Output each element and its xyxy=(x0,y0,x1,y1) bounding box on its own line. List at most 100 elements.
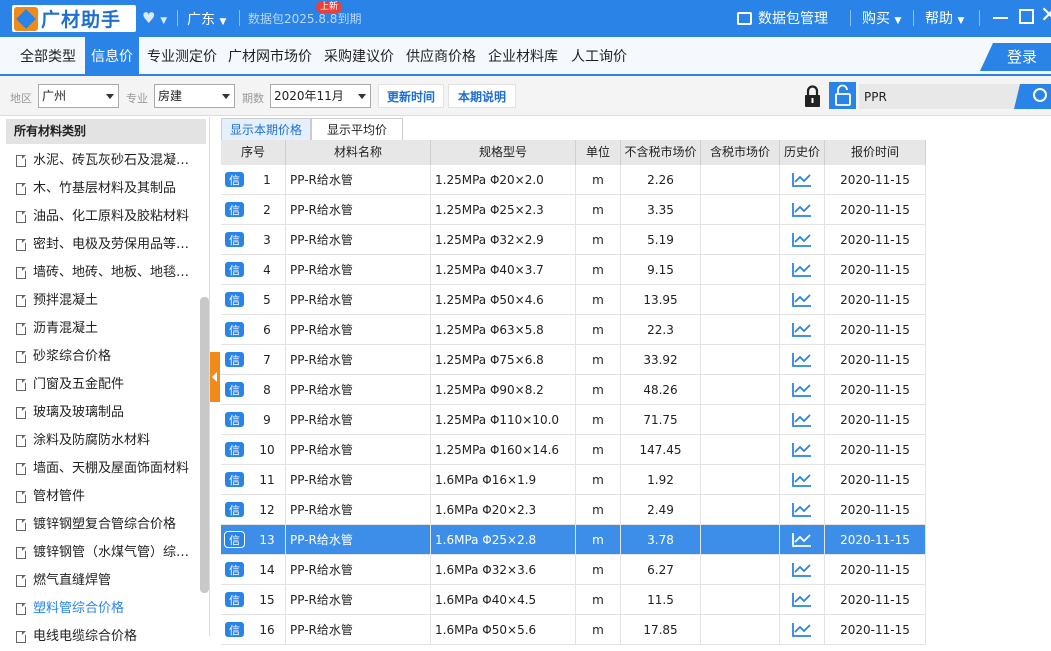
unlock-icon[interactable] xyxy=(829,82,856,109)
table-row[interactable]: 信 6 PP-R给水管 1.25MPa Φ63×5.8 m 22.3 2020-11-15 xyxy=(221,315,926,345)
period-note-button[interactable]: 本期说明 xyxy=(448,84,516,108)
tab-market-price[interactable]: 广材网市场价 xyxy=(224,37,316,74)
cell-history[interactable] xyxy=(780,405,825,435)
buy-menu[interactable]: 购买 ▼ xyxy=(862,8,901,28)
sidebar-item[interactable]: 管材管件 xyxy=(0,483,200,511)
table-row[interactable]: 信 13 PP-R给水管 1.6MPa Φ25×2.8 m 3.78 2020-11-15 xyxy=(221,525,926,555)
cell-history[interactable] xyxy=(780,615,825,645)
tab-professional-price[interactable]: 专业测定价 xyxy=(142,37,222,74)
table-row[interactable]: 信 9 PP-R给水管 1.25MPa Φ110×10.0 m 71.75 2020-11-… xyxy=(221,405,926,435)
minimize-icon[interactable] xyxy=(993,17,1008,19)
cell-history[interactable] xyxy=(780,315,825,345)
info-tag: 信 xyxy=(224,351,245,368)
buy-label: 购买 xyxy=(862,11,890,27)
table-row[interactable]: 信 4 PP-R给水管 1.25MPa Φ40×3.7 m 9.15 2020-11-15 xyxy=(221,255,926,285)
close-icon[interactable]: ✕ xyxy=(1040,3,1051,28)
collapse-sidebar-button[interactable] xyxy=(210,352,220,402)
sidebar-item[interactable]: 砂浆综合价格 xyxy=(0,343,200,371)
sidebar-item[interactable]: 预拌混凝土 xyxy=(0,287,200,315)
sidebar-item[interactable]: 油品、化工原料及胶粘材料 xyxy=(0,203,200,231)
cell-history[interactable] xyxy=(780,165,825,195)
sidebar-item[interactable]: 燃气直缝焊管 xyxy=(0,567,200,595)
sidebar-item[interactable]: 密封、电极及劳保用品等… xyxy=(0,231,200,259)
cell-history[interactable] xyxy=(780,375,825,405)
login-button[interactable]: 登录 xyxy=(980,43,1051,71)
period-select[interactable]: 2020年11月 xyxy=(270,84,371,108)
cell-history[interactable] xyxy=(780,465,825,495)
update-time-button[interactable]: 更新时间 xyxy=(378,84,444,108)
col-header-no[interactable]: 序号 xyxy=(221,140,286,165)
cell-tax-price xyxy=(701,315,780,345)
info-tag: 信 xyxy=(224,501,245,518)
table-row[interactable]: 信 11 PP-R给水管 1.6MPa Φ16×1.9 m 1.92 2020-11-15 xyxy=(221,465,926,495)
table-row[interactable]: 信 15 PP-R给水管 1.6MPa Φ40×4.5 m 11.5 2020-11-15 xyxy=(221,585,926,615)
chevron-down-icon: ▼ xyxy=(219,17,227,27)
cell-unit: m xyxy=(576,375,621,405)
membership-heart-icon[interactable]: ♥ ▼ xyxy=(142,9,167,27)
table-row[interactable]: 信 14 PP-R给水管 1.6MPa Φ32×3.6 m 6.27 2020-11-15 xyxy=(221,555,926,585)
sidebar-item[interactable]: 电线电缆综合价格 xyxy=(0,623,200,651)
sidebar-item[interactable]: 门窗及五金配件 xyxy=(0,371,200,399)
tab-enterprise-library[interactable]: 企业材料库 xyxy=(484,37,562,74)
area-select[interactable]: 广州 xyxy=(38,84,119,108)
cell-history[interactable] xyxy=(780,285,825,315)
lock-icon[interactable] xyxy=(801,84,824,109)
sidebar-item[interactable]: 玻璃及玻璃制品 xyxy=(0,399,200,427)
col-header-name[interactable]: 材料名称 xyxy=(286,140,431,165)
table-row[interactable]: 信 1 PP-R给水管 1.25MPa Φ20×2.0 m 2.26 2020-11-15 xyxy=(221,165,926,195)
data-package-manage-button[interactable]: 数据包管理 xyxy=(737,8,828,28)
col-header-unit[interactable]: 单位 xyxy=(576,140,621,165)
cell-history[interactable] xyxy=(780,555,825,585)
table-row[interactable]: 信 5 PP-R给水管 1.25MPa Φ50×4.6 m 13.95 2020-11-15 xyxy=(221,285,926,315)
cell-history[interactable] xyxy=(780,585,825,615)
table-row[interactable]: 信 16 PP-R给水管 1.6MPa Φ50×5.6 m 17.85 2020-11-15 xyxy=(221,615,926,645)
document-icon xyxy=(16,547,26,559)
table-row[interactable]: 信 12 PP-R给水管 1.6MPa Φ20×2.3 m 2.49 2020-11-15 xyxy=(221,495,926,525)
tab-manual-inquiry[interactable]: 人工询价 xyxy=(566,37,632,74)
tab-info-price[interactable]: 信息价 xyxy=(85,37,139,74)
cell-history[interactable] xyxy=(780,525,825,555)
tab-current-price[interactable]: 显示本期价格 xyxy=(221,118,311,140)
sidebar-item[interactable]: 墙面、天棚及屋面饰面材料 xyxy=(0,455,200,483)
region-dropdown[interactable]: 广东 ▼ xyxy=(187,9,226,29)
search-button[interactable] xyxy=(1014,84,1051,109)
sidebar-item[interactable]: 木、竹基层材料及其制品 xyxy=(0,175,200,203)
cell-name: PP-R给水管 xyxy=(286,165,431,195)
document-icon xyxy=(16,155,26,167)
sidebar-item[interactable]: 镀锌钢管（水煤气管）综… xyxy=(0,539,200,567)
maximize-icon[interactable] xyxy=(1019,9,1034,24)
tab-all-types[interactable]: 全部类型 xyxy=(12,37,84,74)
col-header-date[interactable]: 报价时间 xyxy=(825,140,926,165)
col-header-price[interactable]: 不含税市场价 xyxy=(621,140,701,165)
sidebar-item[interactable]: 水泥、砖瓦灰砂石及混凝… xyxy=(0,147,200,175)
sidebar-item[interactable]: 镀锌钢塑复合管综合价格 xyxy=(0,511,200,539)
cell-spec: 1.25MPa Φ20×2.0 xyxy=(431,165,576,195)
cell-history[interactable] xyxy=(780,225,825,255)
col-header-tax-price[interactable]: 含税市场价 xyxy=(701,140,780,165)
table-row[interactable]: 信 10 PP-R给水管 1.25MPa Φ160×14.6 m 147.45 2020-1… xyxy=(221,435,926,465)
table-row[interactable]: 信 8 PP-R给水管 1.25MPa Φ90×8.2 m 48.26 2020-11-15 xyxy=(221,375,926,405)
trend-chart-icon xyxy=(792,233,811,247)
table-row[interactable]: 信 2 PP-R给水管 1.25MPa Φ25×2.3 m 3.35 2020-11-15 xyxy=(221,195,926,225)
sidebar-scrollbar[interactable] xyxy=(200,297,209,593)
cell-history[interactable] xyxy=(780,495,825,525)
table-row[interactable]: 信 3 PP-R给水管 1.25MPa Φ32×2.9 m 5.19 2020-11-15 xyxy=(221,225,926,255)
tab-average-price[interactable]: 显示平均价 xyxy=(311,118,403,140)
major-select[interactable]: 房建 xyxy=(154,84,235,108)
sidebar-item[interactable]: 墙砖、地砖、地板、地毯… xyxy=(0,259,200,287)
cell-history[interactable] xyxy=(780,435,825,465)
sidebar-item[interactable]: 涂料及防腐防水材料 xyxy=(0,427,200,455)
sidebar-item[interactable]: 沥青混凝土 xyxy=(0,315,200,343)
table-row[interactable]: 信 7 PP-R给水管 1.25MPa Φ75×6.8 m 33.92 2020-11-15 xyxy=(221,345,926,375)
cell-history[interactable] xyxy=(780,195,825,225)
cell-unit: m xyxy=(576,405,621,435)
help-menu[interactable]: 帮助 ▼ xyxy=(925,8,964,28)
cell-history[interactable] xyxy=(780,255,825,285)
col-header-history[interactable]: 历史价 xyxy=(780,140,825,165)
sidebar-item[interactable]: 塑料管综合价格 xyxy=(0,595,200,623)
tab-purchase-advice-price[interactable]: 采购建议价 xyxy=(319,37,399,74)
cell-price: 2.26 xyxy=(621,165,701,195)
cell-history[interactable] xyxy=(780,345,825,375)
col-header-spec[interactable]: 规格型号 xyxy=(431,140,576,165)
tab-supplier-price[interactable]: 供应商价格 xyxy=(402,37,480,74)
